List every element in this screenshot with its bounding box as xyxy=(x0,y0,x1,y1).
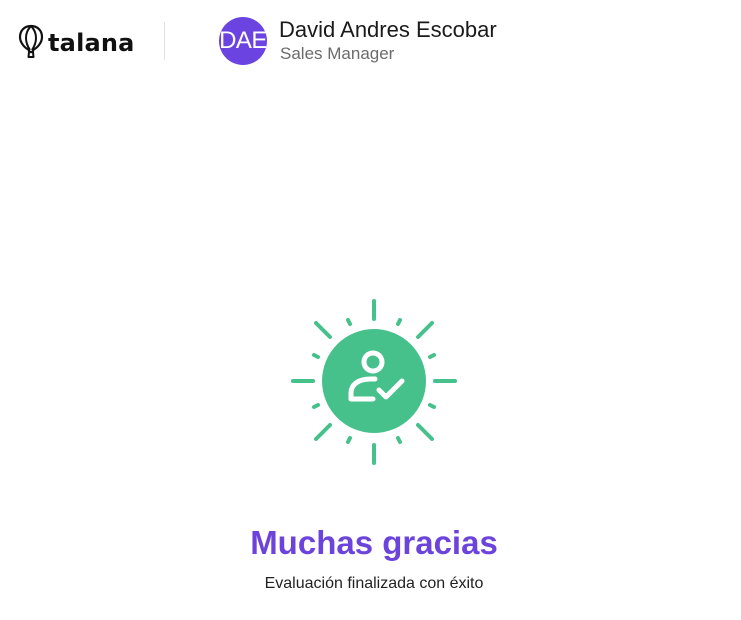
top-header: talana DAE David Andres Escobar Sales Ma… xyxy=(0,0,741,84)
talana-logo[interactable]: talana xyxy=(18,22,135,62)
avatar[interactable]: DAE xyxy=(219,17,267,65)
success-title: Muchas gracias xyxy=(250,524,498,561)
balloon-logo-icon xyxy=(18,24,44,58)
success-subtitle: Evaluación finalizada con éxito xyxy=(264,575,484,592)
user-name: David Andres Escobar xyxy=(279,17,497,42)
brand-name: talana xyxy=(48,29,135,57)
user-check-sunburst-icon xyxy=(291,299,457,465)
page: talana DAE David Andres Escobar Sales Ma… xyxy=(0,0,741,620)
user-role: Sales Manager xyxy=(280,44,395,63)
header-divider xyxy=(164,22,165,60)
avatar-initials: DAE xyxy=(219,27,267,54)
